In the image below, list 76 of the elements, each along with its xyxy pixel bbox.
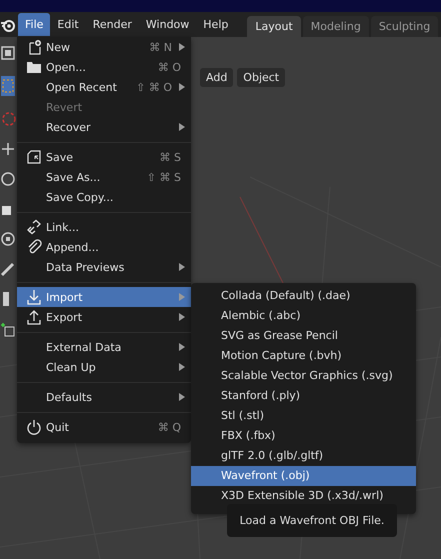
menu-item-label: Save As...	[46, 170, 102, 184]
menu-item[interactable]: Scalable Vector Graphics (.svg)	[191, 366, 416, 386]
menu-item[interactable]: Collada (Default) (.dae)	[191, 286, 416, 306]
menu-item-label: Clean Up	[46, 360, 97, 374]
export-icon	[26, 309, 42, 325]
menu-item[interactable]: SVG as Grease Pencil	[191, 326, 416, 346]
power-icon	[26, 419, 42, 435]
header-menu-button[interactable]: Add	[200, 68, 234, 87]
menu-item[interactable]: New ⌘ N	[17, 37, 191, 57]
move-icon[interactable]	[0, 141, 16, 157]
menu-item-label: Revert	[46, 100, 84, 114]
workspace-tab[interactable]: Sculpting	[370, 16, 438, 37]
shortcut-label: ⇧ ⌘ O	[136, 80, 172, 94]
shortcut-label: ⌘ N	[149, 40, 172, 54]
menu-item[interactable]: Export	[17, 307, 191, 327]
menu-item[interactable]: Save As... ⇧ ⌘ S	[17, 167, 191, 187]
menu-item[interactable]: Import	[17, 287, 191, 307]
menu-bar-item[interactable]: Edit	[50, 13, 86, 36]
menu-item-label: External Data	[46, 340, 122, 354]
menu-item-label: Link...	[46, 220, 80, 234]
add-cube-icon[interactable]	[0, 321, 16, 337]
menu-item[interactable]: Alembic (.abc)	[191, 306, 416, 326]
menu-item-label: Save Copy...	[46, 190, 114, 204]
menu-item-label: Defaults	[46, 390, 93, 404]
menu-item-label: Open...	[46, 60, 87, 74]
menu-item-label: Export	[46, 310, 84, 324]
select-box-icon[interactable]	[0, 45, 16, 61]
header-menu-button[interactable]: Object	[237, 68, 286, 87]
cursor-icon[interactable]	[0, 111, 16, 127]
menu-item[interactable]: External Data	[17, 337, 191, 357]
link-icon	[26, 219, 42, 235]
menu-item[interactable]: Save Copy...	[17, 187, 191, 207]
menu-item[interactable]: Motion Capture (.bvh)	[191, 346, 416, 366]
menu-item[interactable]: Stl (.stl)	[191, 406, 416, 426]
menu-item-label: Open Recent	[46, 80, 118, 94]
shortcut-label: ⇧ ⌘ S	[146, 170, 181, 184]
menu-item-label: Save	[46, 150, 74, 164]
menu-item-label: Recover	[46, 120, 92, 134]
workspace-tab[interactable]: Modeling	[302, 16, 369, 37]
select-tool-icon[interactable]	[0, 75, 16, 97]
folder-icon	[26, 60, 42, 74]
menu-item-label: Quit	[46, 420, 70, 434]
menu-item[interactable]: Clean Up	[17, 357, 191, 377]
menu-item[interactable]: Quit ⌘ Q	[17, 417, 191, 437]
shortcut-label: ⌘ O	[158, 60, 181, 74]
workspace-tab[interactable]: Layout	[247, 16, 301, 37]
rotate-icon[interactable]	[0, 171, 16, 187]
menu-item[interactable]: glTF 2.0 (.glb/.gltf)	[191, 446, 416, 466]
menu-item[interactable]: Open Recent ⇧ ⌘ O	[17, 77, 191, 97]
menu-bar-item[interactable]: File	[18, 13, 50, 36]
import-icon	[26, 289, 42, 305]
shortcut-label: ⌘ Q	[158, 420, 181, 434]
menu-item-label: New	[46, 40, 71, 54]
menu-item[interactable]: Wavefront (.obj)	[191, 466, 416, 486]
menu-item-label: Data Previews	[46, 260, 126, 274]
menu-item[interactable]: FBX (.fbx)	[191, 426, 416, 446]
shortcut-label: ⌘ S	[160, 150, 181, 164]
menu-item[interactable]: Open... ⌘ O	[17, 57, 191, 77]
menu-item[interactable]: Recover	[17, 117, 191, 137]
menu-item-label: Append...	[46, 240, 100, 254]
transform-icon[interactable]	[0, 231, 16, 247]
menu-item[interactable]: Save ⌘ S	[17, 147, 191, 167]
menu-item[interactable]: Stanford (.ply)	[191, 386, 416, 406]
menu-item-label: Import	[46, 290, 84, 304]
pencil-icon[interactable]	[0, 261, 16, 277]
menu-item[interactable]: Append...	[17, 237, 191, 257]
menu-bar-item[interactable]: Render	[86, 13, 139, 36]
menu-item[interactable]: X3D Extensible 3D (.x3d/.wrl)	[191, 486, 416, 506]
logo-icon[interactable]	[1, 18, 15, 32]
tooltip: Load a Wavefront OBJ File.	[227, 504, 397, 537]
menu-bar-item[interactable]: Window	[138, 13, 196, 36]
menu-item[interactable]: Defaults	[17, 387, 191, 407]
save-icon	[26, 149, 42, 165]
menu-item[interactable]: Data Previews	[17, 257, 191, 277]
menu-item[interactable]: Link...	[17, 217, 191, 237]
menu-bar-item[interactable]: Help	[196, 13, 236, 36]
